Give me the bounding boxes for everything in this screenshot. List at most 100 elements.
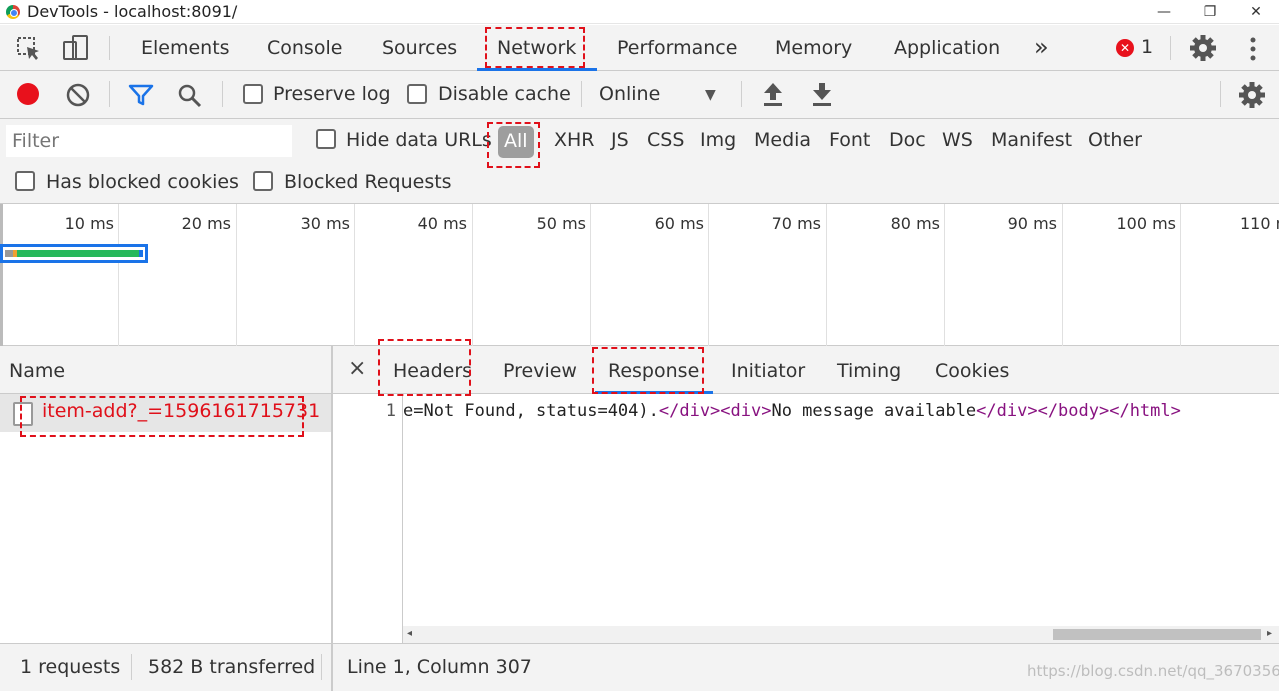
more-options-icon[interactable] bbox=[1246, 36, 1260, 62]
filter-input[interactable] bbox=[6, 125, 292, 157]
line-number-gutter bbox=[333, 394, 403, 643]
tick-line bbox=[236, 204, 237, 346]
waterfall-waiting-segment bbox=[17, 250, 139, 257]
scroll-right-arrow-icon[interactable]: ▸ bbox=[1267, 628, 1272, 639]
minimize-button[interactable]: — bbox=[1141, 0, 1187, 24]
tab-memory[interactable]: Memory bbox=[775, 25, 852, 71]
tab-timing[interactable]: Timing bbox=[837, 346, 901, 394]
horizontal-scrollbar[interactable]: ◂ ▸ bbox=[403, 626, 1279, 643]
tab-console[interactable]: Console bbox=[267, 25, 342, 71]
filter-type-doc[interactable]: Doc bbox=[889, 129, 926, 151]
window-title: DevTools - localhost:8091/ bbox=[27, 2, 238, 21]
response-code-line[interactable]: e=Not Found, status=404).</div><div>No m… bbox=[403, 401, 1277, 421]
blocked-requests-label: Blocked Requests bbox=[284, 171, 452, 193]
tab-elements[interactable]: Elements bbox=[141, 25, 230, 71]
waterfall-queue-segment bbox=[5, 250, 13, 257]
waterfall-download-segment bbox=[139, 250, 143, 257]
clear-icon[interactable] bbox=[66, 83, 90, 107]
scrollbar-thumb[interactable] bbox=[1053, 629, 1261, 640]
export-har-download-icon[interactable] bbox=[811, 81, 833, 107]
tick-line bbox=[1180, 204, 1181, 346]
requests-panel: Name item-add?_=1596161715731 1 requests… bbox=[0, 346, 333, 691]
blocked-requests-checkbox[interactable] bbox=[253, 171, 273, 191]
disable-cache-label: Disable cache bbox=[438, 83, 571, 105]
tab-network[interactable]: Network bbox=[497, 25, 576, 71]
tick-line bbox=[118, 204, 119, 346]
tab-initiator[interactable]: Initiator bbox=[731, 346, 805, 394]
inspect-element-icon[interactable] bbox=[16, 36, 42, 62]
active-subtab-indicator bbox=[595, 391, 713, 394]
search-icon[interactable] bbox=[177, 83, 203, 109]
error-icon[interactable]: ✕ bbox=[1116, 39, 1134, 57]
transferred-size: 582 B transferred bbox=[148, 656, 316, 678]
chrome-logo-icon bbox=[6, 5, 20, 19]
close-detail-icon[interactable]: × bbox=[348, 356, 366, 381]
tab-sources[interactable]: Sources bbox=[382, 25, 457, 71]
filter-bar: Hide data URLs All XHR JS CSS Img Media … bbox=[0, 119, 1279, 204]
close-window-button[interactable]: ✕ bbox=[1233, 0, 1279, 24]
tick-line bbox=[826, 204, 827, 346]
filter-type-xhr[interactable]: XHR bbox=[554, 129, 595, 151]
filter-type-other[interactable]: Other bbox=[1088, 129, 1142, 151]
disable-cache-checkbox[interactable] bbox=[407, 84, 427, 104]
name-column-header[interactable]: Name bbox=[0, 346, 331, 394]
divider bbox=[109, 81, 110, 107]
tick-label: 60 ms bbox=[654, 214, 704, 233]
filter-type-js[interactable]: JS bbox=[611, 129, 629, 151]
device-toolbar-icon[interactable] bbox=[62, 34, 90, 62]
timeline-left-handle[interactable] bbox=[0, 204, 3, 346]
divider bbox=[321, 654, 322, 680]
restore-button[interactable]: ❐ bbox=[1187, 0, 1233, 24]
request-waterfall-bar bbox=[0, 244, 148, 263]
divider bbox=[581, 81, 582, 107]
filter-type-img[interactable]: Img bbox=[700, 129, 736, 151]
scroll-left-arrow-icon[interactable]: ◂ bbox=[407, 628, 412, 639]
filter-type-ws[interactable]: WS bbox=[942, 129, 973, 151]
throttling-select[interactable]: Online bbox=[599, 83, 660, 105]
network-toolbar: Preserve log Disable cache Online ▼ bbox=[0, 71, 1279, 119]
filter-type-media[interactable]: Media bbox=[754, 129, 811, 151]
tick-line bbox=[354, 204, 355, 346]
divider bbox=[741, 81, 742, 107]
record-button[interactable] bbox=[17, 83, 39, 105]
hide-data-urls-checkbox[interactable] bbox=[316, 129, 336, 149]
code-text: e=Not Found, status=404). bbox=[403, 401, 659, 421]
chevron-down-icon[interactable]: ▼ bbox=[705, 87, 716, 103]
network-settings-gear-icon[interactable] bbox=[1238, 81, 1266, 109]
tick-line bbox=[944, 204, 945, 346]
line-number: 1 bbox=[385, 401, 396, 421]
settings-gear-icon[interactable] bbox=[1189, 34, 1217, 62]
tab-preview[interactable]: Preview bbox=[503, 346, 577, 394]
request-name[interactable]: item-add?_=1596161715731 bbox=[42, 400, 320, 422]
devtools-tab-bar: Elements Console Sources Network Perform… bbox=[0, 25, 1279, 71]
filter-type-all[interactable]: All bbox=[504, 130, 528, 152]
more-tabs-button[interactable]: » bbox=[1034, 25, 1049, 71]
divider bbox=[131, 654, 132, 680]
request-detail-panel: × Headers Preview Response Initiator Tim… bbox=[333, 346, 1279, 691]
divider bbox=[222, 81, 223, 107]
divider bbox=[109, 36, 110, 60]
filter-type-font[interactable]: Font bbox=[829, 129, 870, 151]
filter-type-css[interactable]: CSS bbox=[647, 129, 684, 151]
has-blocked-cookies-checkbox[interactable] bbox=[15, 171, 35, 191]
window-title-bar: DevTools - localhost:8091/ — ❐ ✕ bbox=[0, 0, 1279, 24]
tab-cookies[interactable]: Cookies bbox=[935, 346, 1009, 394]
network-timeline-overview[interactable]: 10 ms 20 ms 30 ms 40 ms 50 ms 60 ms 70 m… bbox=[0, 204, 1279, 346]
filter-funnel-icon[interactable] bbox=[128, 83, 154, 107]
preserve-log-checkbox[interactable] bbox=[243, 84, 263, 104]
table-row[interactable]: item-add?_=1596161715731 bbox=[0, 394, 331, 432]
filter-type-manifest[interactable]: Manifest bbox=[991, 129, 1072, 151]
tab-performance[interactable]: Performance bbox=[617, 25, 737, 71]
error-count[interactable]: 1 bbox=[1141, 36, 1153, 58]
tick-label: 50 ms bbox=[536, 214, 586, 233]
has-blocked-cookies-label: Has blocked cookies bbox=[46, 171, 239, 193]
tick-label: 80 ms bbox=[890, 214, 940, 233]
hide-data-urls-label: Hide data URLs bbox=[346, 129, 492, 151]
tab-response[interactable]: Response bbox=[608, 346, 699, 394]
tab-headers[interactable]: Headers bbox=[393, 346, 472, 394]
tick-line bbox=[472, 204, 473, 346]
code-tag: </div><div> bbox=[658, 401, 772, 421]
tab-application[interactable]: Application bbox=[894, 25, 1000, 71]
tick-label: 70 ms bbox=[771, 214, 821, 233]
import-har-upload-icon[interactable] bbox=[762, 81, 784, 107]
